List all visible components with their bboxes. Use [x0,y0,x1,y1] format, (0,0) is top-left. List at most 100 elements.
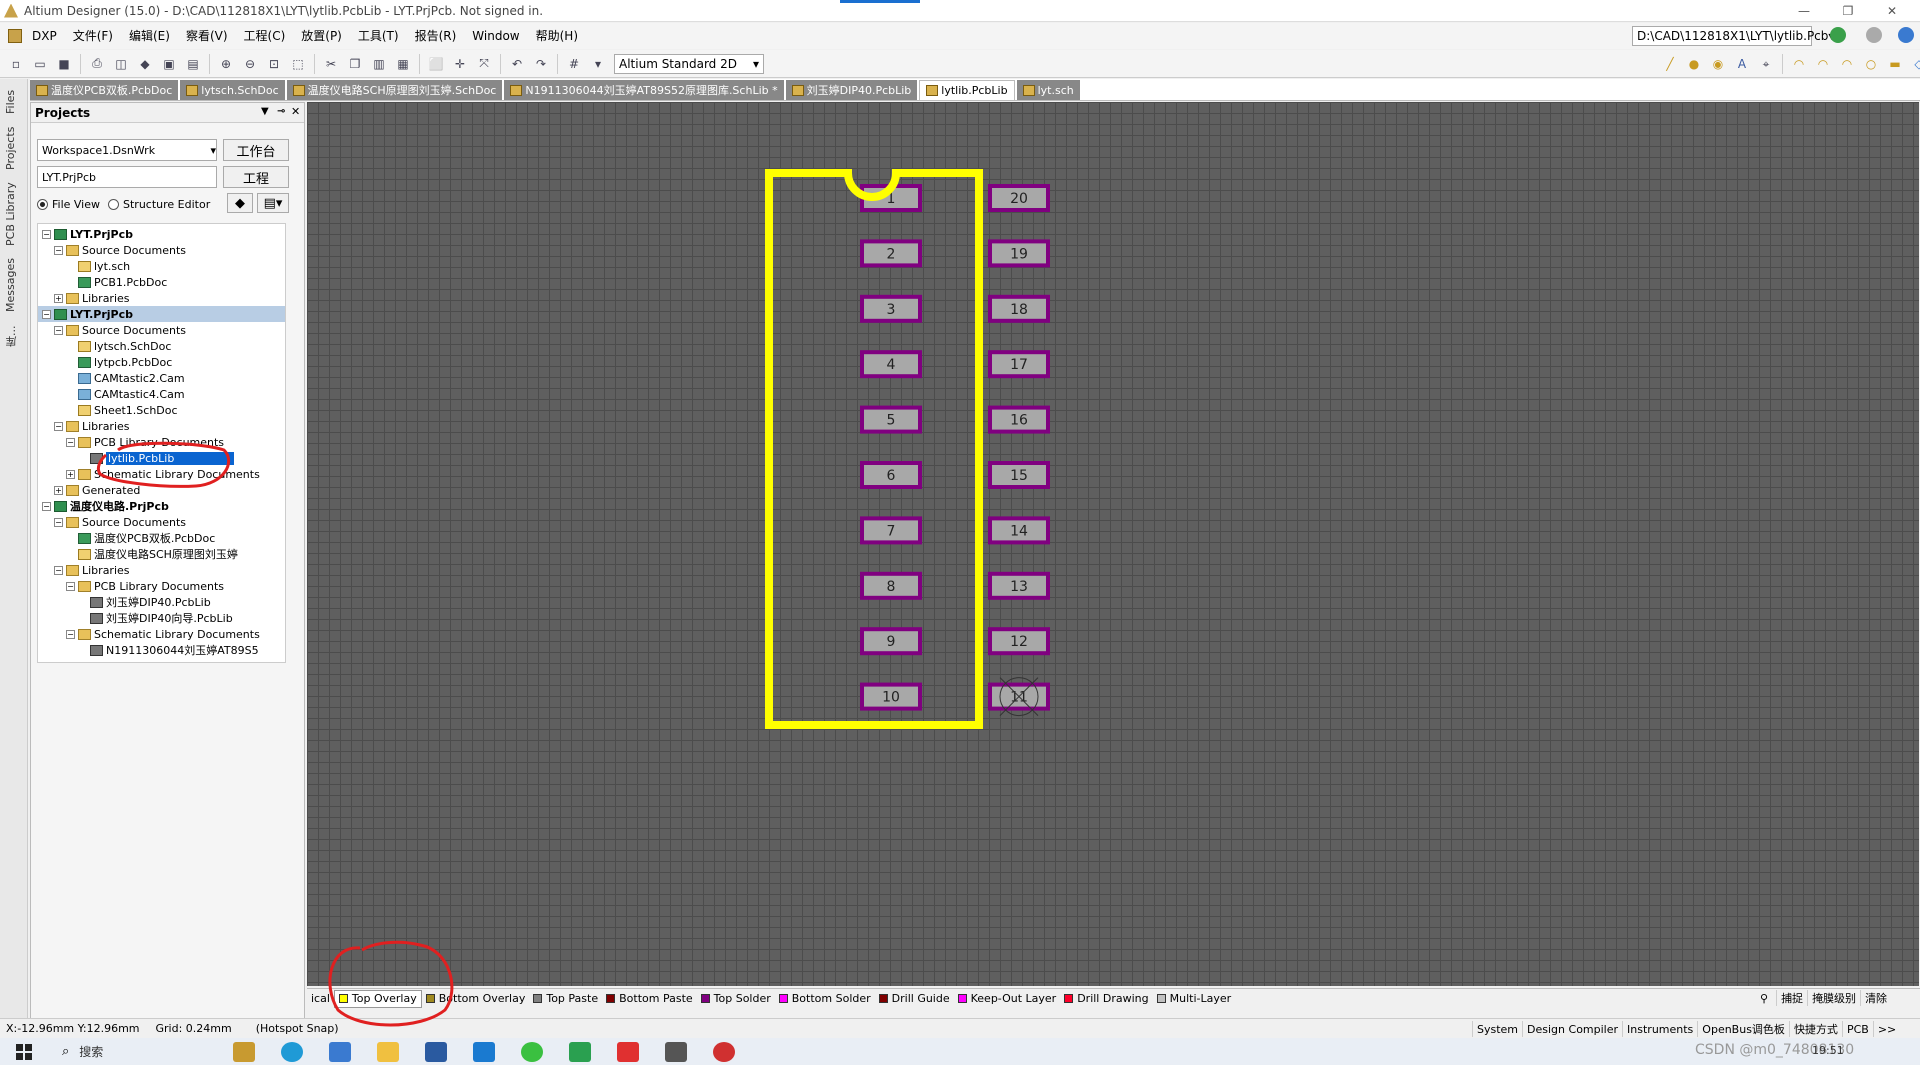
tree-node[interactable]: − Libraries [54,562,130,578]
board-icon[interactable]: ▣ [159,54,179,74]
menu-project[interactable]: 工程(C) [236,23,294,49]
tree-node[interactable]: − Schematic Library Documents [66,626,260,642]
mail-icon[interactable] [473,1041,496,1062]
workspace-select[interactable]: Workspace1.DsnWrk ▾ [37,139,217,161]
document-tab[interactable]: 刘玉婷DIP40.PcbLib [785,80,918,100]
back-nav-icon[interactable] [1830,27,1846,43]
layer-tab[interactable]: Bottom Overlay [422,990,530,1008]
tree-node[interactable]: lytsch.SchDoc [66,338,171,354]
move-icon[interactable]: ✛ [450,54,470,74]
document-tab[interactable]: 温度仪电路SCH原理图刘玉婷.SchDoc [286,80,503,100]
panel-toggle-button[interactable]: Instruments [1622,1021,1697,1037]
zoom-fit-icon[interactable]: ⊡ [264,54,284,74]
panel-toggle-button[interactable]: PCB [1841,1021,1873,1037]
collapse-icon[interactable]: − [54,517,63,527]
project-button[interactable]: 工程 [223,166,289,188]
arc-center-icon[interactable]: ◠ [1789,54,1809,74]
expand-icon[interactable]: + [54,485,63,495]
menu-view[interactable]: 察看(V) [178,23,236,49]
wps-icon[interactable] [617,1041,640,1062]
tree-node[interactable]: − Source Documents [54,242,186,258]
paste-icon[interactable]: ▥ [369,54,389,74]
workspace-button[interactable]: 工作台 [223,139,289,161]
search-icon[interactable]: ⌕ [62,1044,69,1059]
layer-bar-button[interactable]: 掩膜级别 [1807,990,1860,1006]
layer-stack-icon[interactable]: ◆ [135,54,155,74]
collapse-icon[interactable]: − [42,309,51,319]
layer-tab[interactable]: Top Overlay [333,989,422,1008]
fill-icon[interactable]: ▬ [1885,54,1905,74]
taskbar-search[interactable]: 搜索 [79,1043,103,1060]
tree-node[interactable]: lytpcb.PcbDoc [66,354,172,370]
files-panel-tab[interactable]: Files [4,87,22,117]
tree-node[interactable]: − Source Documents [54,514,186,530]
projects-panel-tab[interactable]: Projects [4,123,22,173]
panel-toggle-button[interactable]: >> [1872,1021,1900,1037]
expand-icon[interactable]: + [54,293,63,303]
document-tab[interactable]: N1911306044刘玉婷AT89S52原理图库.SchLib * [504,80,784,100]
panel-menu-icon[interactable]: ▼ [261,106,269,117]
undo-icon[interactable]: ↶ [507,54,527,74]
folder-icon[interactable]: ▤ [183,54,203,74]
view-mode-combo[interactable]: Altium Standard 2D ▾ [614,53,764,74]
rubber-stamp-icon[interactable]: ▦ [393,54,413,74]
collapse-icon[interactable]: − [66,581,75,591]
pad-icon[interactable]: ● [1684,54,1704,74]
print-icon[interactable]: ⎙ [87,54,107,74]
collapse-icon[interactable]: − [54,245,63,255]
document-tab[interactable]: lytsch.SchDoc [180,80,285,100]
grid-icon[interactable]: # [564,54,584,74]
layer-tab[interactable]: Bottom Solder [775,990,875,1008]
layer-tab[interactable]: Bottom Paste [602,990,697,1008]
layer-tab[interactable]: Drill Drawing [1060,990,1152,1008]
arc-edge-icon[interactable]: ◠ [1813,54,1833,74]
tree-node[interactable]: PCB1.PcbDoc [66,274,167,290]
project-field[interactable]: LYT.PrjPcb [37,166,217,188]
collapse-icon[interactable]: − [54,565,63,575]
tree-node[interactable]: N1911306044刘玉婷AT89S5 [78,642,259,658]
menu-reports[interactable]: 报告(R) [407,23,465,49]
app-green-icon[interactable] [569,1041,592,1062]
tree-node[interactable]: lyt.sch [66,258,130,274]
layer-tab[interactable]: Drill Guide [875,990,954,1008]
tree-node[interactable]: Sheet1.SchDoc [66,402,178,418]
collapse-icon[interactable]: − [66,629,75,639]
document-tab[interactable]: lytlib.PcbLib [919,80,1015,100]
document-tab[interactable]: 温度仪PCB双板.PcbDoc [30,80,179,100]
path-combo[interactable]: D:\CAD\112818X1\LYT\lytlib.Pcb▾ [1632,26,1834,46]
arc-any-icon[interactable]: ◠ [1837,54,1857,74]
tree-node[interactable]: − PCB Library Documents [66,578,224,594]
home-icon[interactable] [1898,27,1914,43]
tree-node[interactable]: + Libraries [54,290,130,306]
tree-node[interactable]: CAMtastic2.Cam [66,370,185,386]
layers-icon[interactable]: ◆ [227,193,253,213]
coordinate-icon[interactable]: ⌖ [1756,54,1776,74]
edge-browser-icon[interactable] [281,1041,304,1062]
pin-icon[interactable]: ⊸ [277,106,285,117]
tree-node[interactable]: − Source Documents [54,322,186,338]
document-tab[interactable]: lyt.sch [1016,80,1080,100]
zoom-area-icon[interactable]: ⬚ [288,54,308,74]
line-icon[interactable]: ╱ [1660,54,1680,74]
forward-nav-icon[interactable] [1866,27,1882,43]
app-red-icon[interactable] [713,1041,736,1062]
pcb-library-panel-tab[interactable]: PCB Library [4,179,22,249]
panel-toggle-button[interactable]: OpenBus调色板 [1697,1021,1789,1037]
layer-tab[interactable]: Keep-Out Layer [954,990,1061,1008]
deselect-icon[interactable]: ⤧ [474,54,494,74]
menu-window[interactable]: Window [464,23,527,49]
expand-icon[interactable]: + [66,469,75,479]
file-view-radio[interactable] [37,198,48,210]
tree-node[interactable]: + Schematic Library Documents [66,466,260,482]
tree-node[interactable]: + Generated [54,482,140,498]
panel-toggle-button[interactable]: System [1472,1021,1522,1037]
restore-icon[interactable]: ❐ [1826,0,1870,22]
wechat-icon[interactable] [521,1041,544,1062]
layer-bar-button[interactable]: 捕捉 [1776,990,1807,1006]
close-panel-icon[interactable]: ✕ [291,105,300,118]
new-file-icon[interactable]: ▫ [6,54,26,74]
windows-start-icon[interactable] [16,1043,32,1060]
print-preview-icon[interactable]: ◫ [111,54,131,74]
layer-bar-button[interactable]: 清除 [1860,990,1891,1006]
tree-node[interactable]: − 温度仪电路.PrjPcb [42,498,169,514]
